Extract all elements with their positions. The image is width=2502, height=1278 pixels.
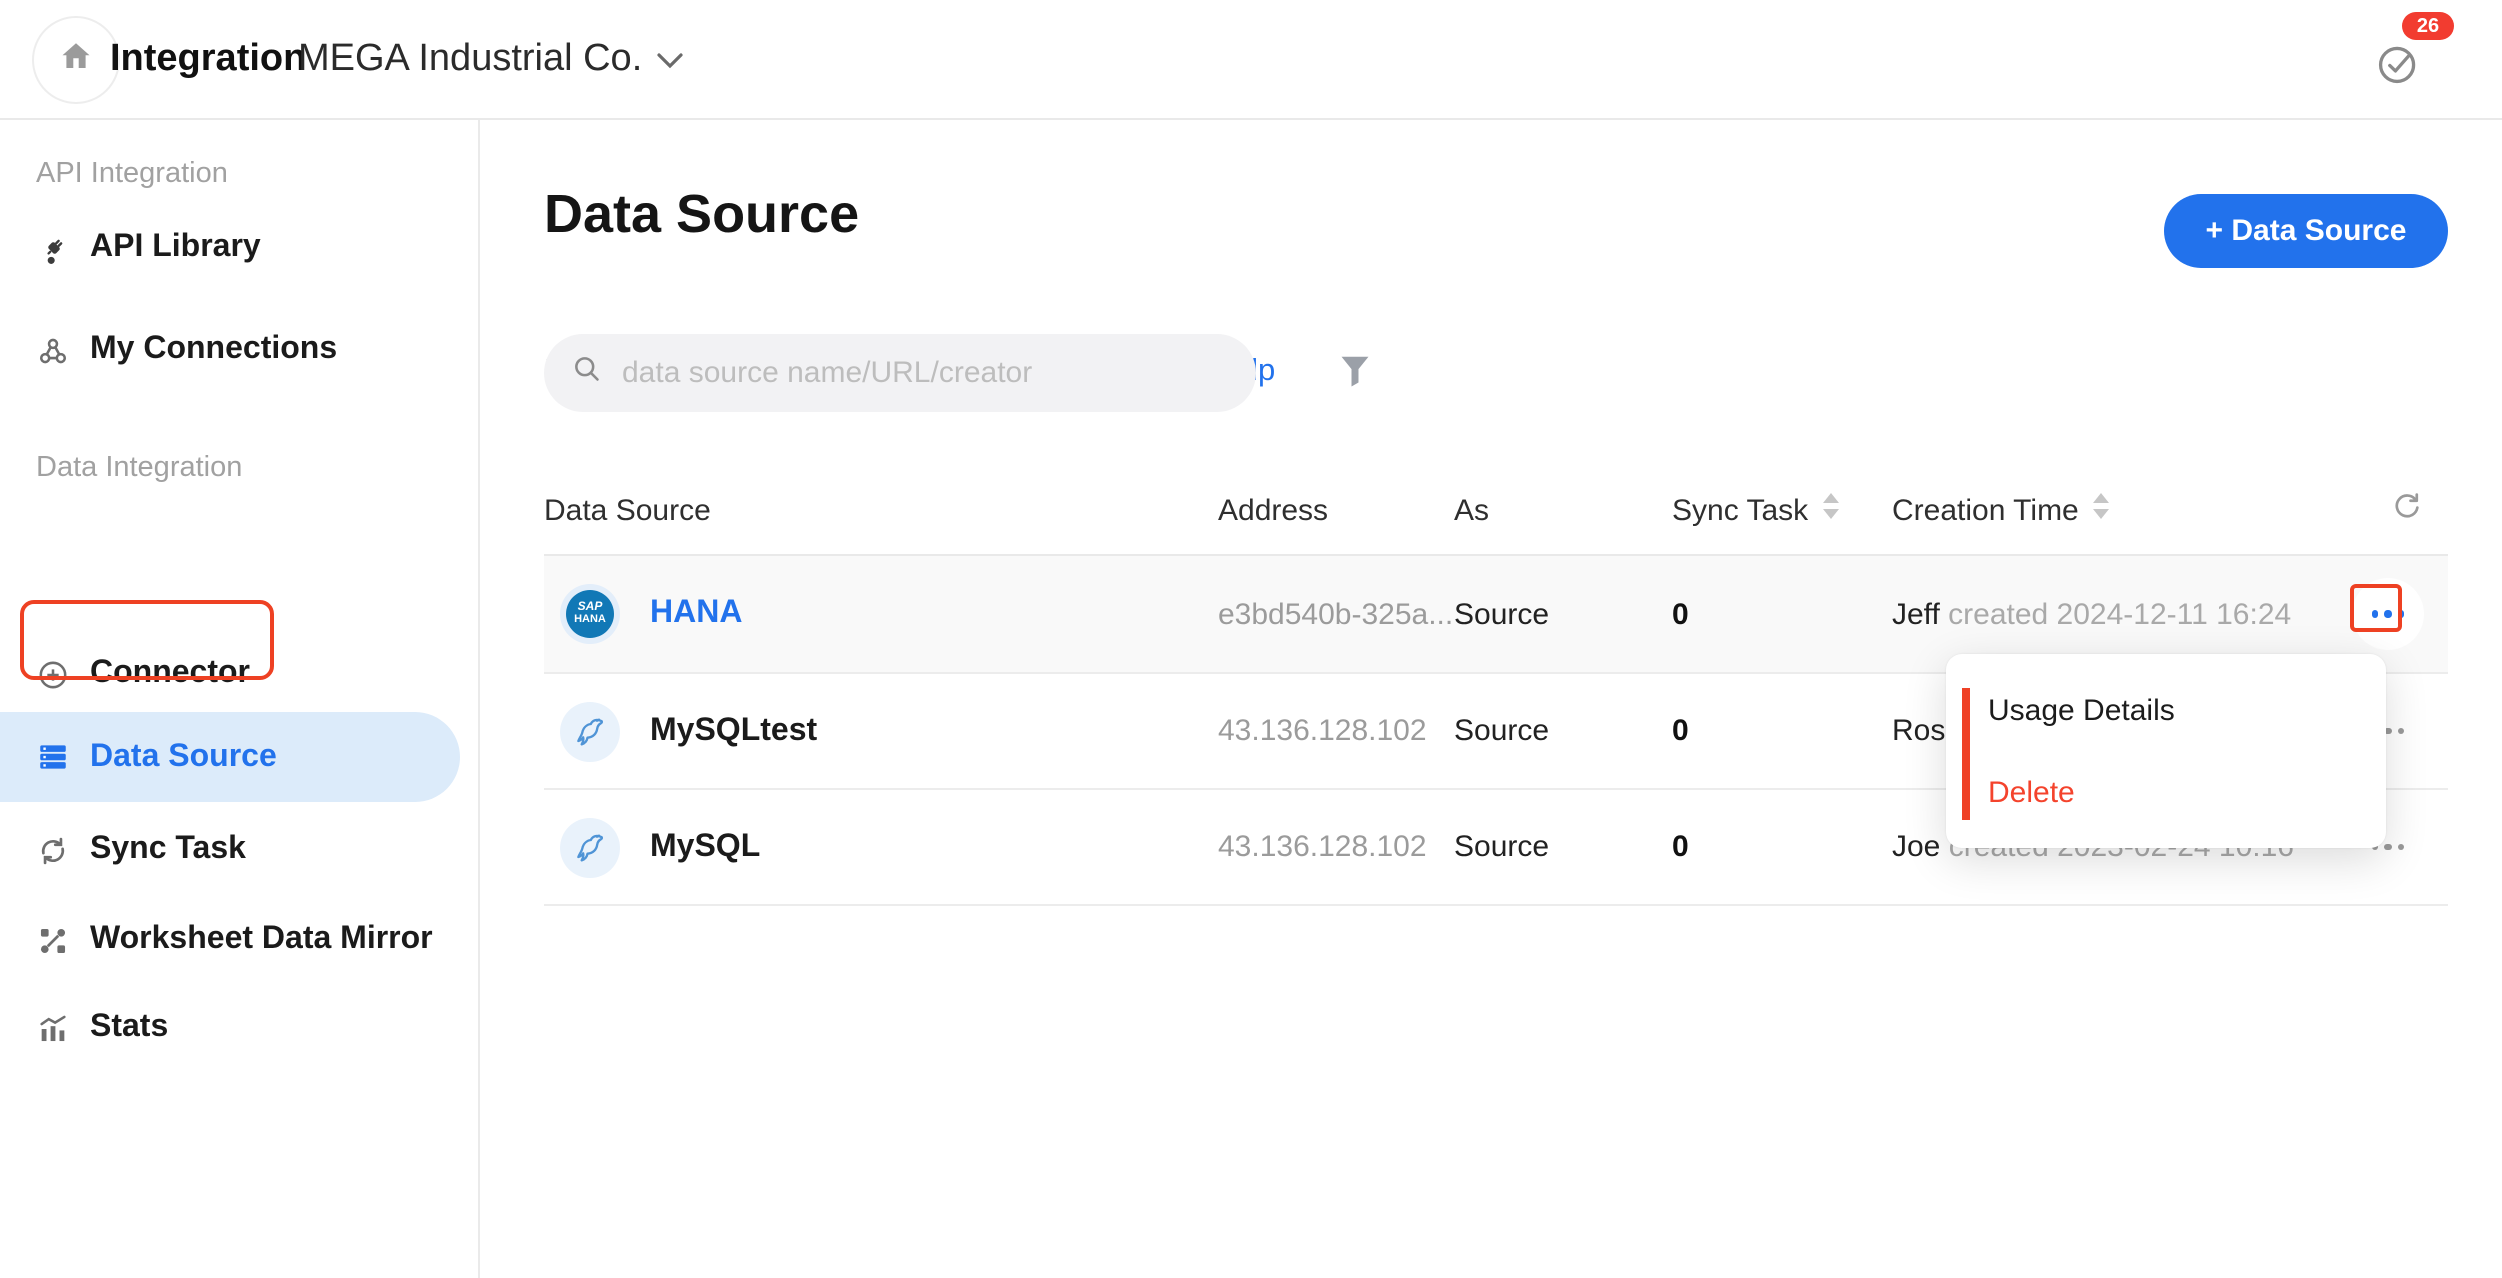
sidebar-item-worksheet-data-mirror[interactable]: Worksheet Data Mirror <box>0 910 460 970</box>
sidebar-item-label: My Connections <box>90 332 337 368</box>
data-source-name-link[interactable]: HANA <box>650 596 742 632</box>
menu-item-delete[interactable]: Delete <box>1988 772 2075 812</box>
sync-task-count: 0 <box>1672 714 1892 748</box>
check-circle-icon <box>2376 42 2420 96</box>
address-value: 43.136.128.102 <box>1218 714 1454 748</box>
refresh-icon <box>2390 489 2424 531</box>
hana-icon: SAPHANA <box>560 584 620 644</box>
home-button[interactable] <box>32 16 120 104</box>
search-bar <box>544 334 1256 412</box>
mysql-icon <box>560 817 620 877</box>
column-header-sync-task[interactable]: Sync Task <box>1672 492 1892 528</box>
topbar: Integration MEGA Industrial Co. 26 <box>0 0 2502 120</box>
mysql-icon <box>560 701 620 761</box>
as-value: Source <box>1454 830 1672 864</box>
column-header-address: Address <box>1218 493 1454 527</box>
sidebar-item-label: Data Source <box>90 739 277 775</box>
column-header-creation-time[interactable]: Creation Time <box>1892 492 2332 528</box>
created-timestamp: created 2024-12-11 16:24 <box>1948 597 2291 631</box>
sidebar: API Integration API Library My Connectio… <box>0 118 480 1278</box>
notifications-button[interactable]: 26 <box>2376 24 2448 96</box>
annotation-bar-menu <box>1962 688 1969 820</box>
data-source-name: MySQL <box>650 829 760 865</box>
sort-icon <box>2093 492 2111 528</box>
chevron-down-icon <box>656 37 684 81</box>
sidebar-section-api-integration: API Integration <box>36 158 228 190</box>
sidebar-section-data-integration: Data Integration <box>36 452 242 484</box>
as-value: Source <box>1454 597 1672 631</box>
more-actions-button[interactable] <box>2352 578 2424 650</box>
sidebar-item-sync-task[interactable]: Sync Task <box>0 820 460 880</box>
creation-time: Jeff created 2024-12-11 16:24 <box>1892 597 2332 631</box>
stats-icon <box>36 1011 70 1045</box>
app-title: Integration <box>110 0 306 118</box>
menu-item-usage-details[interactable]: Usage Details <box>1988 690 2175 730</box>
connections-icon <box>36 333 70 367</box>
search-input[interactable] <box>618 354 1206 392</box>
search-icon <box>572 353 602 393</box>
as-value: Source <box>1454 714 1672 748</box>
sidebar-item-my-connections[interactable]: My Connections <box>0 320 460 380</box>
sidebar-item-stats[interactable]: Stats <box>0 998 460 1058</box>
sidebar-item-label: Sync Task <box>90 832 246 868</box>
page-title: Data Source <box>544 184 859 246</box>
sync-task-count: 0 <box>1672 597 1892 631</box>
sidebar-item-label: Stats <box>90 1010 168 1046</box>
sort-icon <box>1822 492 1840 528</box>
add-data-source-button[interactable]: + Data Source <box>2164 194 2448 268</box>
creator-name: Jeff <box>1892 597 1940 631</box>
ellipsis-icon <box>2371 610 2405 617</box>
refresh-button[interactable] <box>2332 489 2448 531</box>
funnel-icon <box>1335 351 1373 395</box>
filter-button[interactable] <box>1314 334 1394 412</box>
data-source-icon <box>36 740 70 774</box>
workspace-selector[interactable]: MEGA Industrial Co. <box>298 0 684 118</box>
column-header-as: As <box>1454 493 1672 527</box>
mirror-icon <box>36 923 70 957</box>
sidebar-item-label: Connector <box>90 656 250 692</box>
sync-icon <box>36 833 70 867</box>
context-menu: Usage Details Delete <box>1946 654 2386 848</box>
column-header-label: Sync Task <box>1672 493 1808 527</box>
app-root: Integration MEGA Industrial Co. 26 API I… <box>0 0 2502 1278</box>
sidebar-item-connector[interactable]: Connector <box>0 644 460 704</box>
sync-task-count: 0 <box>1672 830 1892 864</box>
sidebar-item-label: Worksheet Data Mirror <box>90 922 433 958</box>
workspace-name: MEGA Industrial Co. <box>298 37 642 81</box>
table-header-row: Data Source Address As Sync Task Creatio… <box>544 466 2448 556</box>
address-value: e3bd540b-325a... <box>1218 597 1454 631</box>
creator-name: Joe <box>1892 830 1940 864</box>
home-icon <box>58 37 94 83</box>
data-source-name: MySQLtest <box>650 713 817 749</box>
sidebar-item-data-source[interactable]: Data Source <box>0 712 460 802</box>
address-value: 43.136.128.102 <box>1218 830 1454 864</box>
notification-badge: 26 <box>2402 12 2454 40</box>
sidebar-item-api-library[interactable]: API Library <box>0 218 460 278</box>
column-header-label: Creation Time <box>1892 493 2079 527</box>
plus-circle-icon <box>36 657 70 691</box>
column-header-data-source: Data Source <box>544 493 1218 527</box>
plug-icon <box>36 231 70 265</box>
add-data-source-label: + Data Source <box>2206 214 2407 248</box>
sidebar-item-label: API Library <box>90 230 261 266</box>
